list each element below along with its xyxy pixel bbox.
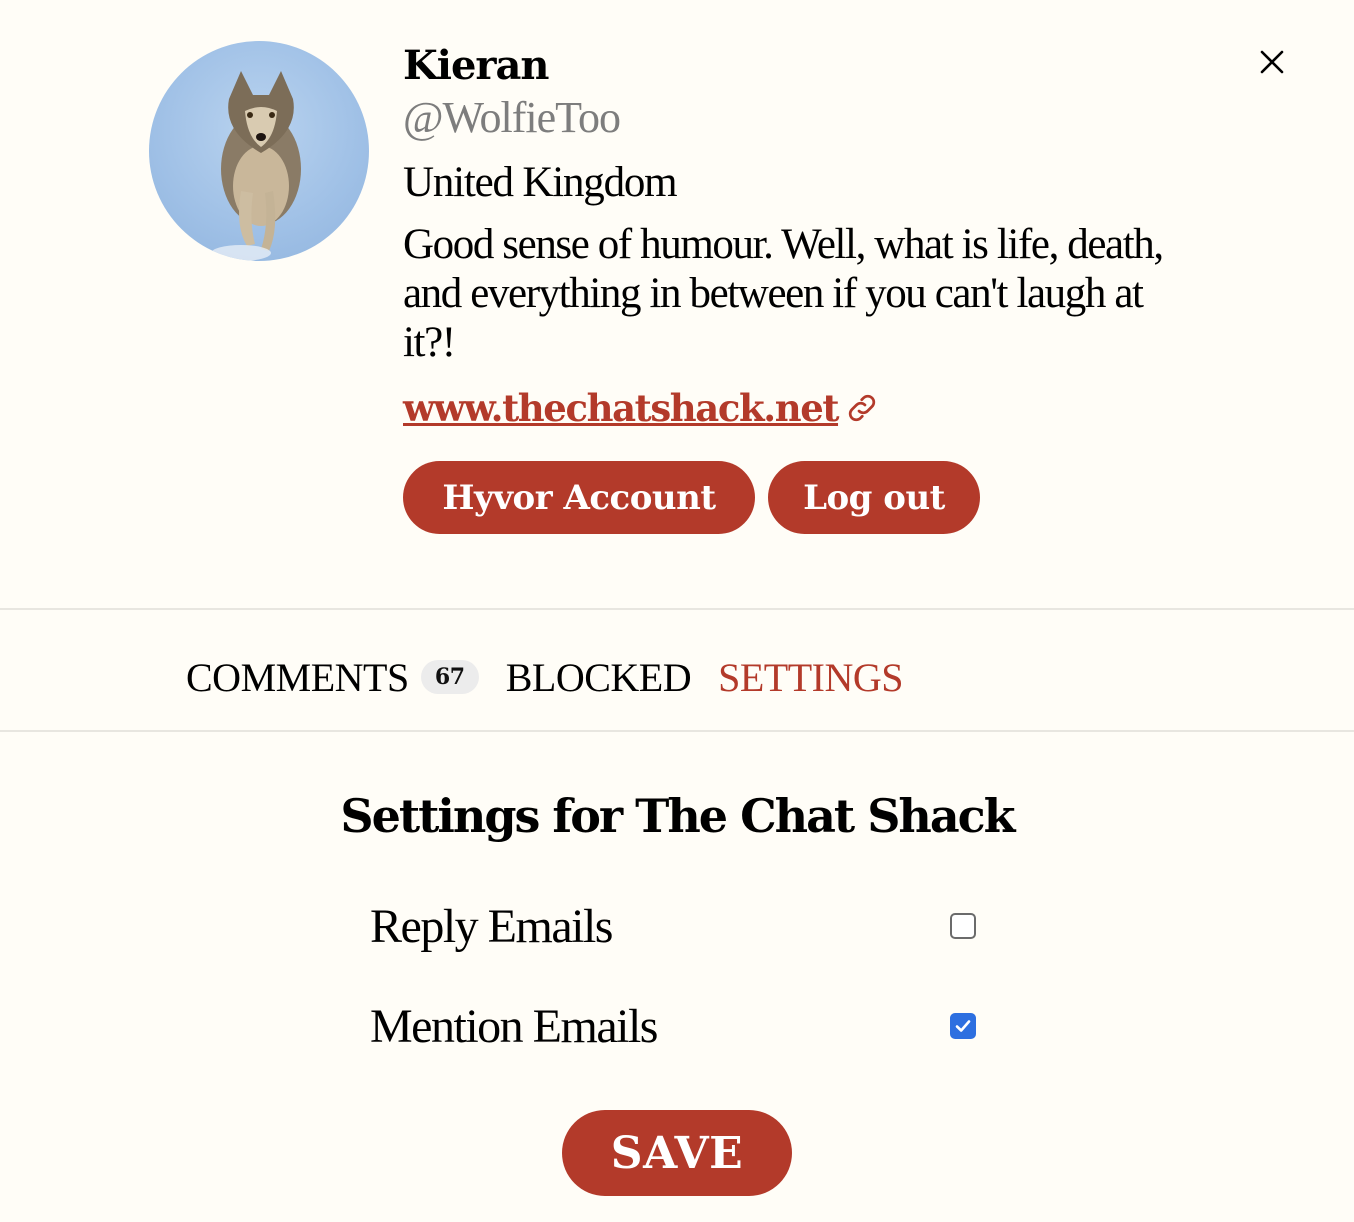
tab-comments-label: COMMENTS (186, 654, 409, 700)
mention-emails-checkbox[interactable] (950, 1013, 976, 1039)
tab-blocked[interactable]: BLOCKED (506, 654, 692, 701)
wolf-avatar-icon (211, 71, 301, 261)
hyvor-account-button[interactable]: Hyvor Account (403, 461, 755, 534)
comments-count-badge: 67 (420, 660, 479, 694)
divider (0, 608, 1354, 610)
profile-modal: Kieran @WolfieToo United Kingdom Good se… (0, 0, 1354, 1222)
setting-reply-emails: Reply Emails (370, 896, 980, 956)
settings-title: Settings for The Chat Shack (340, 789, 1015, 843)
profile-name: Kieran (403, 42, 549, 89)
link-icon (848, 394, 876, 422)
tab-bar: COMMENTS 67 BLOCKED SETTINGS (186, 650, 903, 704)
profile-bio: Good sense of humour. Well, what is life… (403, 221, 1164, 366)
mention-emails-label: Mention Emails (370, 999, 658, 1053)
website-link[interactable]: www.thechatshack.net (403, 383, 880, 433)
profile-location: United Kingdom (403, 159, 678, 206)
profile-handle: @WolfieToo (403, 93, 621, 142)
reply-emails-label: Reply Emails (370, 899, 613, 953)
setting-mention-emails: Mention Emails (370, 996, 980, 1056)
close-icon (1260, 50, 1284, 74)
profile-info: Kieran @WolfieToo United Kingdom Good se… (403, 40, 1203, 534)
profile-actions: Hyvor Account Log out (403, 461, 1203, 534)
tab-comments[interactable]: COMMENTS 67 (186, 654, 479, 701)
close-button[interactable] (1250, 40, 1294, 84)
save-button[interactable]: SAVE (562, 1110, 792, 1196)
tab-settings[interactable]: SETTINGS (718, 654, 903, 701)
check-icon (955, 1020, 971, 1032)
reply-emails-checkbox[interactable] (950, 913, 976, 939)
divider (0, 730, 1354, 732)
website-link-text: www.thechatshack.net (403, 386, 839, 430)
avatar (149, 41, 369, 261)
logout-button[interactable]: Log out (768, 461, 980, 534)
